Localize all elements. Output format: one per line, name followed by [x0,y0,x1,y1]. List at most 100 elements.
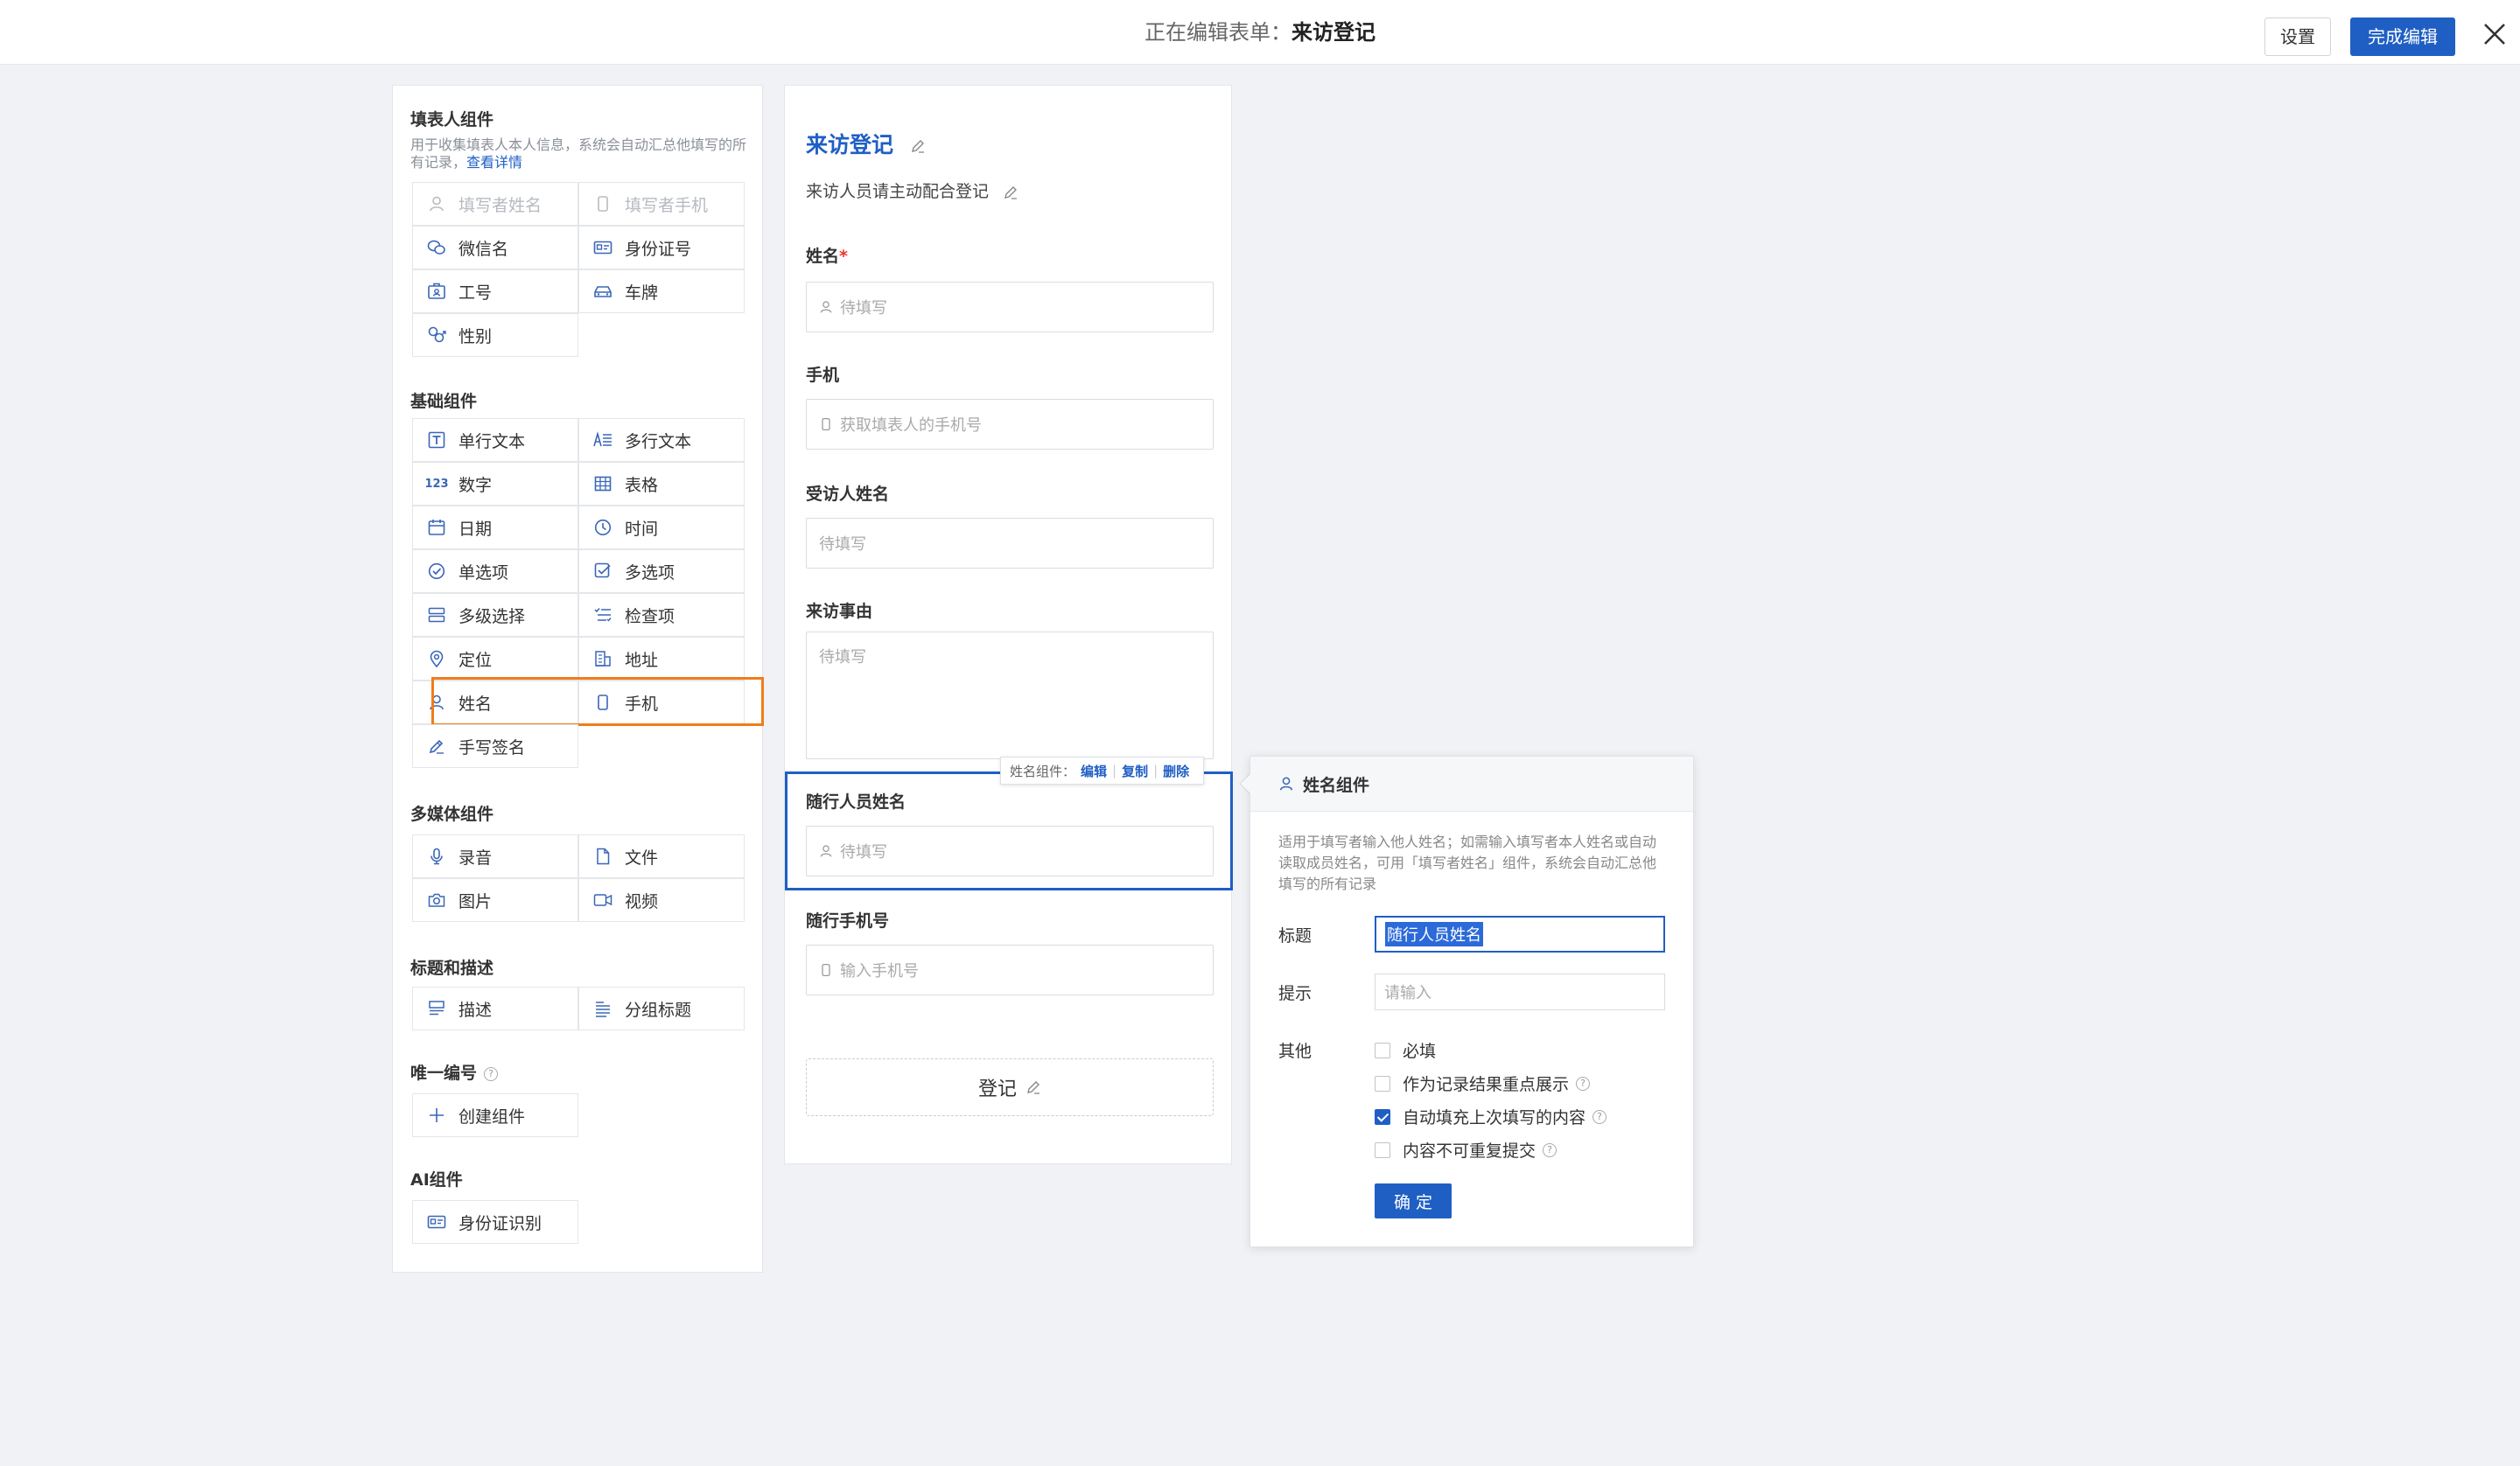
component-label: 多级选择 [458,606,526,626]
component-label: 姓名 [458,694,493,714]
help-icon[interactable]: ? [1592,1109,1607,1124]
component-label: 日期 [458,519,493,539]
component-wechat[interactable]: 微信名 [412,226,578,269]
file-icon [593,847,612,866]
field-input-host-name[interactable]: 待填写 [806,518,1214,569]
component-time[interactable]: 时间 [578,506,745,549]
properties-panel-header: 姓名组件 [1250,757,1693,812]
pencil-icon[interactable] [910,138,926,154]
help-icon[interactable]: ? [1543,1142,1558,1157]
field-input-companion-name[interactable]: 待填写 [806,826,1214,876]
address-icon [593,649,612,668]
field-textarea-visit-reason[interactable]: 待填写 [806,632,1214,759]
component-label: 填写者姓名 [458,195,542,215]
close-icon[interactable] [2482,21,2508,47]
component-label: 视频 [625,891,659,911]
component-multi-line-text[interactable]: 多行文本 [578,418,745,462]
component-id-number[interactable]: 身份证号 [578,226,745,269]
edit-link[interactable]: 编辑 [1081,762,1107,780]
hint-input[interactable]: 请输入 [1375,974,1665,1010]
component-video[interactable]: 视频 [578,878,745,922]
confirm-button[interactable]: 确 定 [1375,1183,1452,1218]
component-cascade-select[interactable]: 多级选择 [412,593,578,637]
title-input[interactable]: 随行人员姓名 [1375,916,1665,953]
user-icon [819,300,833,314]
component-location[interactable]: 定位 [412,637,578,681]
pencil-icon[interactable] [1003,185,1018,200]
component-label: 手机 [625,694,659,714]
field-placeholder: 输入手机号 [840,962,919,981]
option-required[interactable]: 必填 [1375,1038,1436,1062]
checkbox[interactable] [1375,1141,1390,1158]
option-label: 自动填充上次填写的内容 [1403,1108,1586,1127]
title-field-label: 标题 [1278,926,1312,946]
finish-editing-button[interactable]: 完成编辑 [2350,17,2455,56]
option-label: 内容不可重复提交 [1403,1141,1536,1161]
option-autofill-last[interactable]: 自动填充上次填写的内容 ? [1375,1105,1607,1128]
component-number[interactable]: 123 数字 [412,462,578,506]
component-address[interactable]: 地址 [578,637,745,681]
table-icon [593,474,612,493]
component-multiple-choice[interactable]: 多选项 [578,549,745,593]
field-placeholder: 待填写 [840,299,887,318]
camera-icon [427,890,446,910]
component-license-plate[interactable]: 车牌 [578,269,745,313]
clock-icon [593,518,612,537]
submit-label: 登记 [977,1079,1017,1100]
hint-field-label: 提示 [1278,984,1312,1003]
help-icon[interactable]: ? [1576,1076,1591,1091]
component-table[interactable]: 表格 [578,462,745,506]
help-icon[interactable]: ? [484,1067,499,1081]
component-gender[interactable]: 性别 [412,313,578,357]
component-name[interactable]: 姓名 [412,681,578,724]
option-no-duplicate[interactable]: 内容不可重复提交 ? [1375,1138,1558,1162]
component-phone[interactable]: 手机 [578,681,745,724]
field-input-phone[interactable]: 获取填表人的手机号 [806,399,1214,450]
component-file[interactable]: 文件 [578,834,745,878]
component-label: 车牌 [625,283,659,303]
component-label: 定位 [458,650,493,670]
component-toolbar: 姓名组件： 编辑 | 复制 | 删除 [1000,757,1205,785]
component-employee-id[interactable]: 工号 [412,269,578,313]
checkbox[interactable] [1375,1075,1390,1092]
delete-link[interactable]: 删除 [1163,762,1189,780]
form-description[interactable]: 来访人员请主动配合登记 [806,178,1018,202]
phone-icon [819,963,833,977]
component-label: 时间 [625,519,659,539]
badge-icon [427,282,446,301]
component-id-recognition[interactable]: 身份证识别 [412,1200,578,1244]
component-date[interactable]: 日期 [412,506,578,549]
checklist-icon [593,605,612,625]
component-single-line-text[interactable]: 单行文本 [412,418,578,462]
checkbox-checked[interactable] [1375,1108,1390,1125]
component-checklist[interactable]: 检查项 [578,593,745,637]
component-create-unique[interactable]: 创建组件 [412,1093,578,1137]
option-label: 作为记录结果重点展示 [1403,1075,1570,1094]
component-handwritten-signature[interactable]: 手写签名 [412,724,578,768]
calendar-icon [427,518,446,537]
component-label: 录音 [458,848,493,868]
car-icon [593,282,612,301]
properties-panel-description: 适用于填写者输入他人姓名；如需输入填写者本人姓名或自动读取成员姓名，可用「填写者… [1278,834,1657,892]
submit-button[interactable]: 登记 [806,1058,1214,1116]
component-audio[interactable]: 录音 [412,834,578,878]
component-description[interactable]: 描述 [412,987,578,1030]
field-input-companion-phone[interactable]: 输入手机号 [806,945,1214,995]
settings-button[interactable]: 设置 [2264,17,2331,56]
field-label-name: 姓名* [806,243,848,267]
component-image[interactable]: 图片 [412,878,578,922]
copy-link[interactable]: 复制 [1122,762,1148,780]
component-label: 多行文本 [625,431,692,451]
view-details-link[interactable]: 查看详情 [466,154,522,171]
component-group-title[interactable]: 分组标题 [578,987,745,1030]
checkbox[interactable] [1375,1042,1390,1058]
component-single-choice[interactable]: 单选项 [412,549,578,593]
pencil-icon[interactable] [1026,1079,1041,1095]
section-desc-filler: 用于收集填表人本人信息，系统会自动汇总他填写的所有记录，查看详情 [410,136,752,171]
section-title-heading: 标题和描述 [410,959,494,978]
component-label: 文件 [625,848,659,868]
option-highlight-result[interactable]: 作为记录结果重点展示 ? [1375,1072,1591,1095]
field-input-name[interactable]: 待填写 [806,282,1214,332]
form-title[interactable]: 来访登记 [806,128,926,159]
component-label: 身份证号 [625,239,692,259]
